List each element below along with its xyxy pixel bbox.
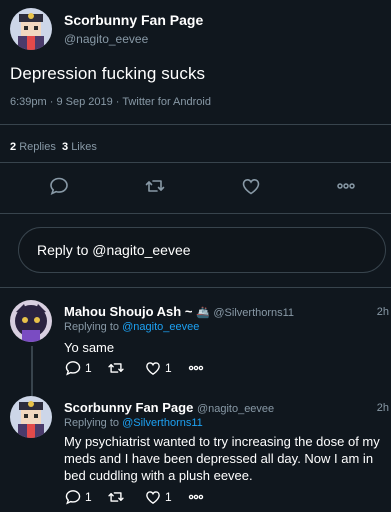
replies-count[interactable]: 2 bbox=[10, 141, 16, 153]
reply-input[interactable]: Reply to @nagito_eevee bbox=[18, 227, 386, 273]
reply-author-name[interactable]: Scorbunny Fan Page bbox=[64, 400, 193, 415]
reply-author-handle[interactable]: @nagito_eevee bbox=[197, 403, 274, 415]
reply-actions: 1 1 bbox=[64, 359, 264, 377]
reply-author-handle[interactable]: @Silverthorns11 bbox=[213, 307, 294, 319]
more-button[interactable] bbox=[186, 488, 206, 506]
reply-author-name[interactable]: Mahou Shoujo Ash ~ bbox=[64, 304, 192, 319]
more-icon bbox=[188, 494, 204, 500]
reply-actions: 1 1 bbox=[64, 488, 264, 506]
like-icon[interactable] bbox=[240, 175, 262, 197]
author-handle[interactable]: @nagito_eevee bbox=[64, 31, 203, 47]
replying-to-link[interactable]: @Silverthorns11 bbox=[122, 417, 203, 429]
reply-text: Yo same bbox=[64, 340, 115, 355]
likes-label[interactable]: Likes bbox=[71, 141, 97, 153]
reply-item[interactable]: Mahou Shoujo Ash ~ 🚢 @Silverthorns11 2h … bbox=[0, 288, 391, 388]
retweet-icon[interactable] bbox=[144, 175, 166, 197]
tweet-text: Depression fucking sucks bbox=[10, 64, 206, 83]
replies-label[interactable]: Replies bbox=[19, 141, 56, 153]
replying-prefix: Replying to bbox=[64, 321, 120, 333]
more-icon[interactable] bbox=[335, 175, 357, 197]
tweet-header: Scorbunny Fan Page @nagito_eevee bbox=[10, 7, 203, 51]
like-icon bbox=[146, 491, 160, 504]
reply-count: 1 bbox=[85, 361, 92, 375]
replying-to: Replying to @Silverthorns11 bbox=[64, 417, 203, 429]
divider bbox=[0, 162, 391, 163]
reply-time: 2h bbox=[376, 306, 389, 318]
replying-to-link[interactable]: @nagito_eevee bbox=[122, 321, 199, 333]
retweet-button[interactable] bbox=[106, 488, 126, 506]
replying-prefix: Replying to bbox=[64, 417, 120, 429]
tweet-timestamp: 6:39pm · 9 Sep 2019 · Twitter for Androi… bbox=[10, 96, 211, 108]
reply-icon[interactable] bbox=[48, 175, 70, 197]
reply-header: Mahou Shoujo Ash ~ 🚢 @Silverthorns11 bbox=[64, 304, 294, 319]
reply-input-placeholder: Reply to @nagito_eevee bbox=[37, 242, 191, 258]
thread-line bbox=[31, 346, 33, 388]
like-count: 1 bbox=[165, 490, 172, 504]
reply-header: Scorbunny Fan Page @nagito_eevee bbox=[64, 400, 274, 415]
replying-to: Replying to @nagito_eevee bbox=[64, 321, 199, 333]
retweet-icon bbox=[108, 492, 124, 502]
reply-avatar[interactable] bbox=[10, 396, 52, 438]
divider bbox=[0, 213, 391, 214]
ship-emoji: 🚢 bbox=[196, 307, 210, 319]
likes-count[interactable]: 3 bbox=[62, 141, 68, 153]
author-avatar[interactable] bbox=[10, 8, 52, 50]
more-icon bbox=[188, 365, 204, 371]
tweet-action-bar bbox=[0, 175, 391, 199]
like-button[interactable]: 1 bbox=[144, 488, 172, 506]
reply-time: 2h bbox=[376, 402, 389, 414]
reply-button[interactable]: 1 bbox=[64, 488, 92, 506]
tweet-stats: 2 Replies 3 Likes bbox=[10, 141, 97, 153]
reply-item[interactable]: Scorbunny Fan Page @nagito_eevee 2h Repl… bbox=[0, 390, 391, 512]
reply-icon bbox=[65, 361, 81, 376]
reply-icon bbox=[65, 490, 81, 505]
more-button[interactable] bbox=[186, 359, 206, 377]
reply-button[interactable]: 1 bbox=[64, 359, 92, 377]
retweet-icon bbox=[108, 363, 124, 373]
divider bbox=[0, 124, 391, 125]
reply-text: My psychiatrist wanted to try increasing… bbox=[64, 434, 380, 483]
retweet-button[interactable] bbox=[106, 359, 126, 377]
reply-count: 1 bbox=[85, 490, 92, 504]
like-icon bbox=[146, 362, 160, 375]
reply-avatar[interactable] bbox=[10, 300, 52, 342]
author-display-name[interactable]: Scorbunny Fan Page bbox=[64, 12, 203, 29]
like-count: 1 bbox=[165, 361, 172, 375]
like-button[interactable]: 1 bbox=[144, 359, 172, 377]
